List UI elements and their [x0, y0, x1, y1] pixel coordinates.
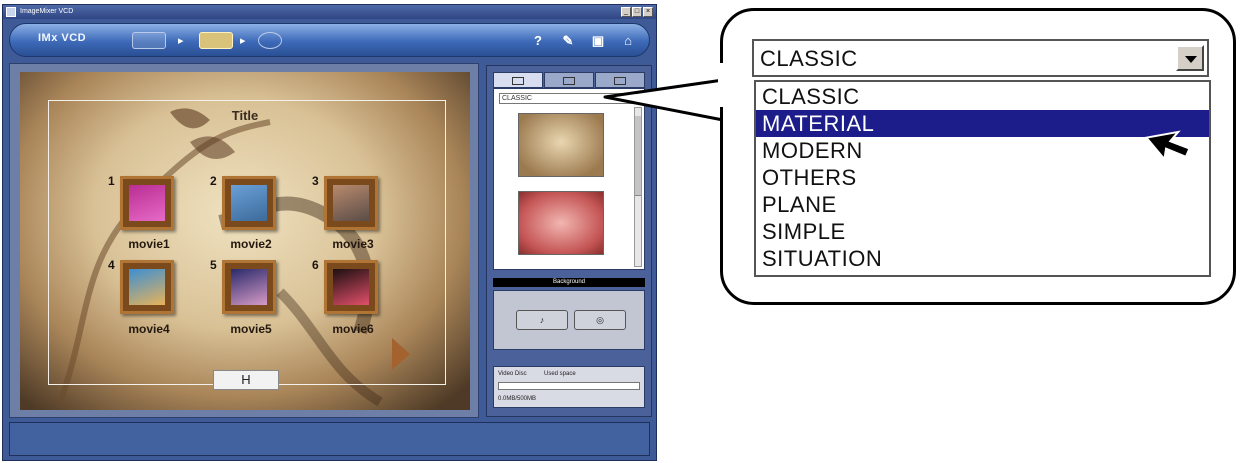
select-value: CLASSIC: [760, 46, 858, 71]
layout-tab-icon: [563, 77, 575, 85]
minimize-button[interactable]: _: [621, 7, 631, 17]
step-arrow-icon: ▸: [240, 35, 246, 47]
dropdown-option[interactable]: SIMPLE: [756, 218, 1209, 245]
movie-label: movie1: [128, 237, 170, 251]
status-bar: [9, 422, 650, 456]
step-arrow-icon: ▸: [178, 35, 184, 47]
tab-styles[interactable]: [493, 72, 543, 88]
movie-number: 1: [108, 174, 115, 188]
background-image-button[interactable]: ◎: [574, 310, 626, 330]
movie-thumbnail-1[interactable]: [120, 176, 174, 230]
app-window: ImageMixer VCD _ □ × IMx VCD ▸ ▸ ? ✎ ▣ ⌂: [2, 4, 657, 461]
disc-label: Video Disc: [498, 371, 527, 377]
style-thumbnail-material[interactable]: [518, 191, 604, 255]
tools-icon[interactable]: ✎: [560, 33, 576, 49]
step-write-button[interactable]: [258, 32, 282, 49]
maximize-button[interactable]: □: [632, 7, 642, 17]
disc-usage-box: Video Disc Used space 0.0MB/500MB: [493, 366, 645, 408]
thumbnail-image: [231, 185, 267, 221]
dropdown-option[interactable]: MODERN: [756, 137, 1209, 164]
gallery-scrollbar[interactable]: [634, 107, 642, 267]
background-controls: ♪ ◎: [493, 290, 645, 350]
movie-label: movie6: [332, 322, 374, 336]
disc-usage-bar: [498, 382, 640, 390]
menu-title: Title: [231, 108, 259, 123]
movie-number: 5: [210, 258, 217, 272]
mode-label: IMx VCD: [38, 32, 87, 44]
movie-thumbnail-4[interactable]: [120, 260, 174, 314]
movie-label: movie4: [128, 322, 170, 336]
movie-thumbnail-5[interactable]: [222, 260, 276, 314]
style-dropdown-list: CLASSIC MATERIAL MODERN OTHERS PLANE SIM…: [754, 80, 1211, 277]
step-menu-button[interactable]: [199, 32, 233, 49]
chevron-down-icon[interactable]: [1176, 45, 1204, 71]
tab-layout[interactable]: [544, 72, 594, 88]
app-icon: [6, 7, 16, 17]
dropdown-option[interactable]: CLASSIC: [756, 83, 1209, 110]
menu-preview: Title 1 movie1 2 movie2 3 movie3 4 movie…: [20, 72, 470, 410]
window-title: ImageMixer VCD: [20, 8, 74, 15]
save-icon[interactable]: ▣: [590, 33, 606, 49]
style-thumbnail-classic[interactable]: [518, 113, 604, 177]
main-toolbar: IMx VCD ▸ ▸ ? ✎ ▣ ⌂: [9, 23, 650, 57]
thumbnail-image: [333, 269, 369, 305]
thumbnail-image: [129, 269, 165, 305]
window-controls: _ □ ×: [621, 7, 653, 17]
music-button[interactable]: ♪: [516, 310, 568, 330]
background-header: Background: [493, 278, 645, 287]
close-button[interactable]: ×: [643, 7, 653, 17]
movie-number: 2: [210, 174, 217, 188]
help-icon[interactable]: ?: [530, 33, 546, 48]
preview-frame: Title 1 movie1 2 movie2 3 movie3 4 movie…: [9, 63, 479, 418]
title-bar: ImageMixer VCD _ □ ×: [3, 5, 656, 19]
dropdown-option[interactable]: OTHERS: [756, 164, 1209, 191]
thumbnail-image: [231, 269, 267, 305]
movie-label: movie2: [230, 237, 272, 251]
thumbnail-image: [333, 185, 369, 221]
movie-number: 6: [312, 258, 319, 272]
movie-number: 4: [108, 258, 115, 272]
movie-thumbnail-6[interactable]: [324, 260, 378, 314]
exit-icon[interactable]: ⌂: [620, 33, 636, 48]
mouse-pointer-icon: [1144, 130, 1191, 162]
dropdown-option[interactable]: PLANE: [756, 191, 1209, 218]
callout-joint: [718, 63, 730, 107]
used-space-label: Used space: [544, 371, 576, 377]
movie-thumbnail-3[interactable]: [324, 176, 378, 230]
movie-label: movie5: [230, 322, 272, 336]
menu-h-button[interactable]: H: [213, 370, 279, 390]
movie-thumbnail-2[interactable]: [222, 176, 276, 230]
dropdown-option[interactable]: SITUATION: [756, 245, 1209, 272]
styles-tab-icon: [512, 77, 524, 85]
step-import-button[interactable]: [132, 32, 166, 49]
movie-label: movie3: [332, 237, 374, 251]
next-page-arrow-icon[interactable]: [392, 338, 410, 370]
dropdown-option-highlighted[interactable]: MATERIAL: [756, 110, 1209, 137]
thumbnail-image: [129, 185, 165, 221]
movie-number: 3: [312, 174, 319, 188]
disc-usage-value: 0.0MB/500MB: [498, 396, 537, 402]
style-select-zoomed[interactable]: CLASSIC: [752, 39, 1209, 77]
